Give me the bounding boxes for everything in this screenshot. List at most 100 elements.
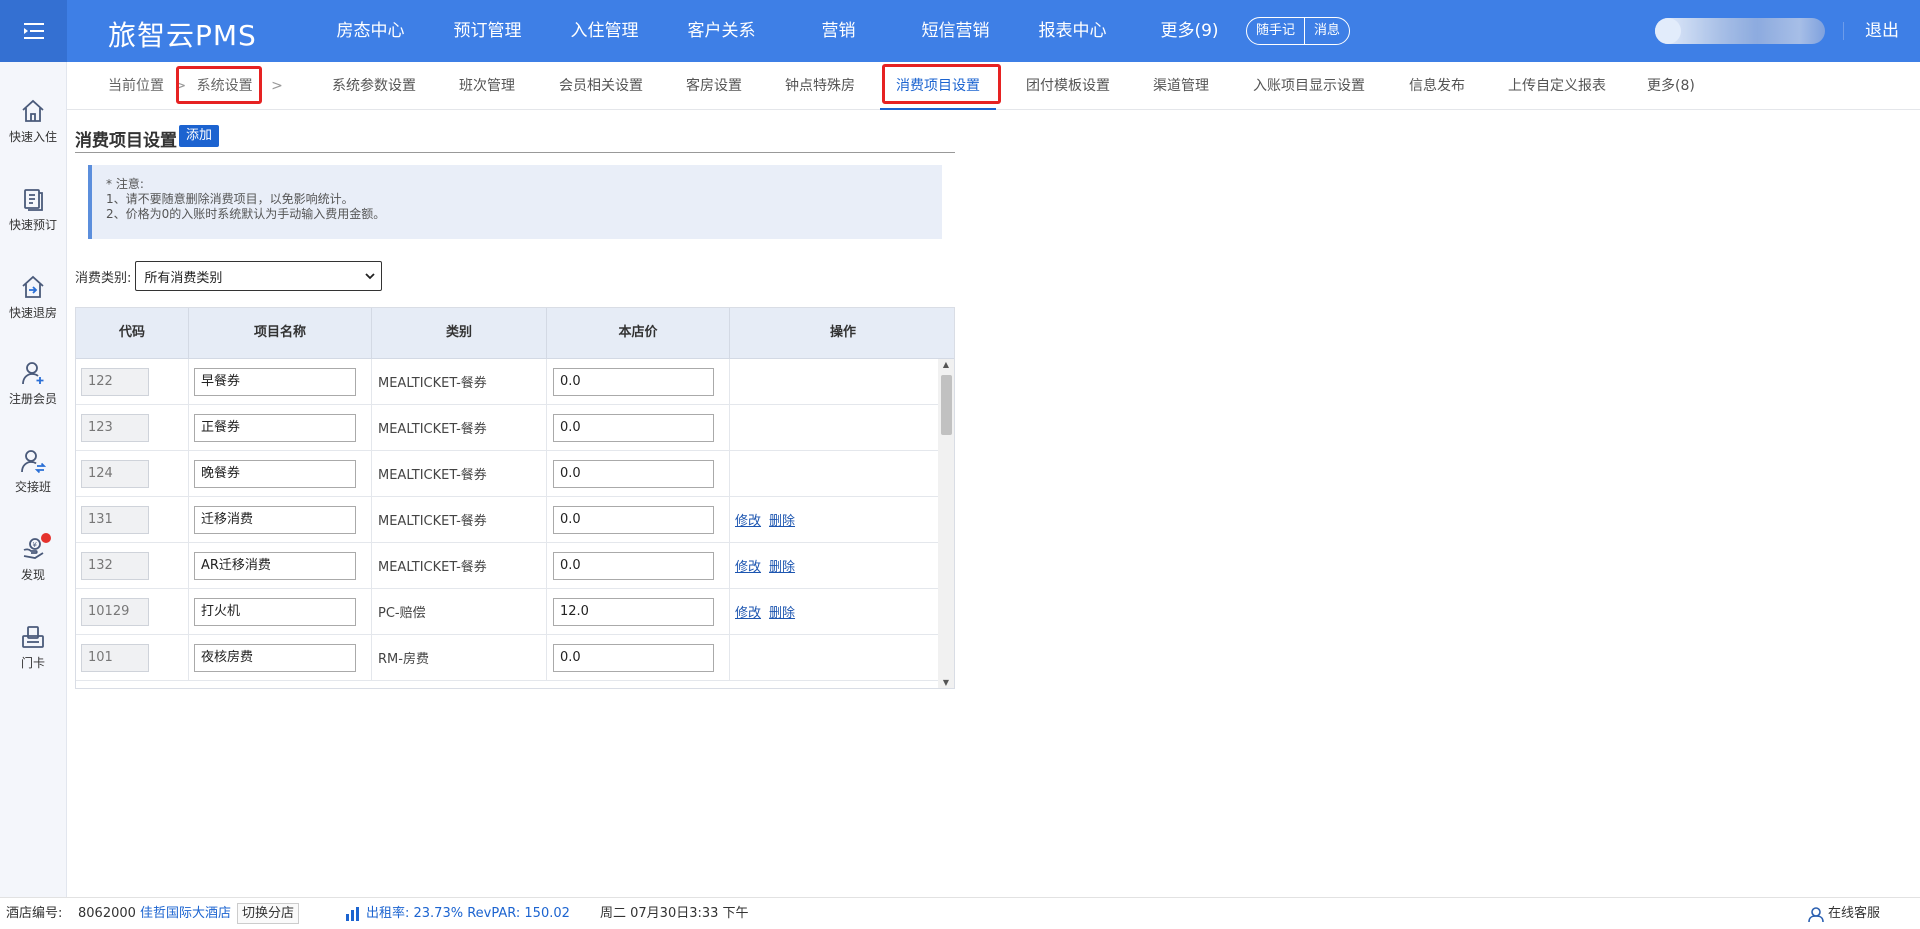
item-name-input[interactable]: 早餐券: [194, 367, 356, 396]
price-input[interactable]: 0.0: [553, 367, 714, 396]
code-field: 131: [81, 505, 149, 534]
price-input[interactable]: 12.0: [553, 597, 714, 626]
table-row: 124 晚餐券 MEALTICKET-餐券 0.0: [76, 451, 938, 497]
nav-reservation[interactable]: 预订管理: [429, 0, 546, 62]
current-datetime: 周二 07月30日3:33 下午: [600, 906, 749, 921]
price-input[interactable]: 0.0: [553, 413, 714, 442]
sidebar-item-quick-booking[interactable]: 快速预订: [0, 186, 66, 233]
cell-price: 0.0: [547, 635, 730, 680]
cell-code: 123: [76, 405, 189, 450]
cell-actions: [730, 359, 938, 404]
nav-sms-marketing[interactable]: 短信营销: [897, 0, 1014, 62]
price-input[interactable]: 0.0: [553, 459, 714, 488]
cell-category: PC-赔偿: [372, 589, 547, 634]
edit-link[interactable]: 修改: [735, 556, 761, 575]
tab-more[interactable]: 更多(8): [1647, 62, 1695, 110]
category-text: MEALTICKET-餐券: [378, 514, 487, 529]
category-select[interactable]: 所有消费类别: [135, 261, 383, 291]
settings-subnav: 当前位置 > 系统设置 > 系统参数设置 班次管理 会员相关设置 客房设置 钟点…: [67, 62, 1920, 110]
table-row: 101 夜核房费 RM-房费 0.0: [76, 635, 938, 681]
online-support-link[interactable]: 在线客服: [1828, 898, 1880, 929]
tab-custom-reports[interactable]: 上传自定义报表: [1508, 62, 1606, 110]
cell-price: 0.0: [547, 405, 730, 450]
code-field: 10129: [81, 597, 149, 626]
menu-toggle-button[interactable]: [0, 0, 67, 62]
sidebar-item-door-card[interactable]: 门卡: [0, 624, 66, 671]
cell-name: 晚餐券: [189, 451, 372, 496]
hotel-name[interactable]: 佳哲国际大酒店: [140, 898, 231, 929]
cell-code: 101: [76, 635, 189, 680]
cell-code: 10129: [76, 589, 189, 634]
code-field: 101: [81, 643, 149, 672]
sidebar-item-shift-handover[interactable]: 交接班: [0, 448, 66, 495]
notice-box: * 注意: 1、请不要随意删除消费项目，以免影响统计。 2、价格为0的入账时系统…: [88, 165, 942, 239]
sidebar-item-discover[interactable]: ¥ 发现: [0, 533, 66, 583]
category-filter: 消费类别: 所有消费类别: [75, 261, 383, 291]
tab-member-settings[interactable]: 会员相关设置: [559, 62, 643, 110]
delete-link[interactable]: 删除: [769, 602, 795, 621]
home-icon: [22, 99, 44, 122]
switch-branch-button[interactable]: 切换分店: [237, 903, 300, 924]
nav-room-status[interactable]: 房态中心: [312, 0, 429, 62]
category-text: PC-赔偿: [378, 606, 426, 621]
item-name-input[interactable]: 夜核房费: [194, 643, 356, 672]
col-header-price: 本店价: [547, 308, 730, 358]
item-name-input[interactable]: 晚餐券: [194, 459, 356, 488]
sidebar-item-quick-checkin[interactable]: 快速入住: [0, 98, 66, 145]
col-header-name: 项目名称: [189, 308, 372, 358]
messages-button[interactable]: 消息: [1304, 18, 1349, 44]
item-name-input[interactable]: AR迁移消费: [194, 551, 356, 580]
tab-posting-display[interactable]: 入账项目显示设置: [1253, 62, 1365, 110]
scroll-down-icon[interactable]: ▼: [938, 677, 954, 688]
nav-checkin[interactable]: 入住管理: [546, 0, 663, 62]
top-bar: 旅智云PMS 房态中心 预订管理 入住管理 客户关系 营销 短信营销 报表中心 …: [0, 0, 1920, 62]
table-body: 122 早餐券 MEALTICKET-餐券 0.0 123 正餐券 MEALTICKET-餐…: [76, 359, 938, 681]
nav-crm[interactable]: 客户关系: [663, 0, 780, 62]
tab-shift-management[interactable]: 班次管理: [459, 62, 515, 110]
category-text: MEALTICKET-餐券: [378, 468, 487, 483]
tab-group-pay-template[interactable]: 团付模板设置: [1026, 62, 1110, 110]
edit-link[interactable]: 修改: [735, 510, 761, 529]
cell-name: 打火机: [189, 589, 372, 634]
code-field: 124: [81, 459, 149, 488]
table-scrollbar[interactable]: ▲ ▼: [938, 359, 954, 688]
delete-link[interactable]: 删除: [769, 510, 795, 529]
nav-marketing[interactable]: 营销: [780, 0, 897, 62]
hotel-code: 8062000: [78, 906, 136, 921]
cell-code: 132: [76, 543, 189, 588]
user-info-redacted[interactable]: [1655, 18, 1825, 44]
sidebar-item-label: 注册会员: [8, 392, 57, 406]
tab-hourly-rooms[interactable]: 钟点特殊房: [785, 62, 855, 110]
cell-price: 12.0: [547, 589, 730, 634]
price-input[interactable]: 0.0: [553, 551, 714, 580]
cell-name: 夜核房费: [189, 635, 372, 680]
price-input[interactable]: 0.0: [553, 505, 714, 534]
consumption-items-table: 代码 项目名称 类别 本店价 操作 122 早餐券 MEALTICKET-餐券 0.0…: [75, 307, 955, 689]
nav-more[interactable]: 更多(9): [1131, 0, 1248, 62]
page-header: 消费项目设置 添加: [75, 124, 955, 153]
item-name-input[interactable]: 迁移消费: [194, 505, 356, 534]
sidebar-item-quick-checkout[interactable]: 快速退房: [0, 274, 66, 321]
add-button[interactable]: 添加: [179, 125, 220, 147]
cell-actions: 修改 删除: [730, 497, 938, 542]
item-name-input[interactable]: 正餐券: [194, 413, 356, 442]
tab-info-publish[interactable]: 信息发布: [1409, 62, 1465, 110]
booking-icon: [24, 189, 43, 211]
tab-channel-management[interactable]: 渠道管理: [1153, 62, 1209, 110]
cell-price: 0.0: [547, 543, 730, 588]
scroll-thumb[interactable]: [941, 375, 952, 435]
col-header-category: 类别: [372, 308, 547, 358]
tab-system-params[interactable]: 系统参数设置: [332, 62, 416, 110]
delete-link[interactable]: 删除: [769, 556, 795, 575]
cell-category: MEALTICKET-餐券: [372, 497, 547, 542]
support-icon: [1808, 907, 1824, 923]
price-input[interactable]: 0.0: [553, 643, 714, 672]
item-name-input[interactable]: 打火机: [194, 597, 356, 626]
notes-button[interactable]: 随手记: [1247, 18, 1304, 44]
edit-link[interactable]: 修改: [735, 602, 761, 621]
tab-room-settings[interactable]: 客房设置: [686, 62, 742, 110]
logout-button[interactable]: 退出: [1865, 0, 1899, 62]
scroll-up-icon[interactable]: ▲: [938, 359, 954, 371]
sidebar-item-register-member[interactable]: 注册会员: [0, 360, 66, 407]
nav-reports[interactable]: 报表中心: [1014, 0, 1131, 62]
